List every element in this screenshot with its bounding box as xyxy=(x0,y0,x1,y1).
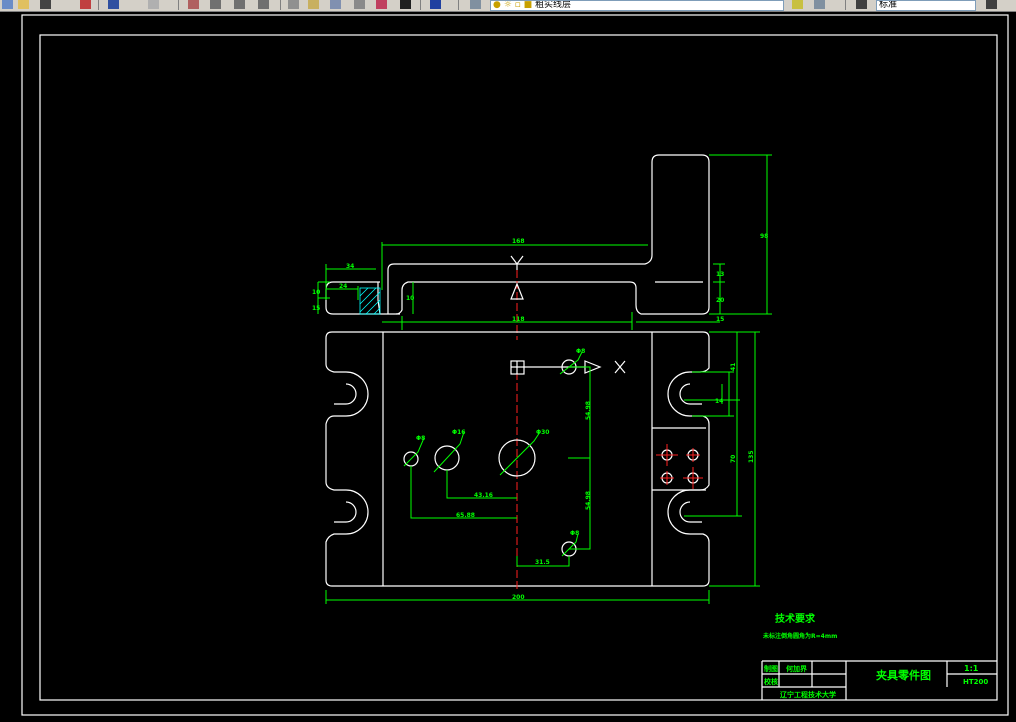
brush-icon[interactable] xyxy=(40,0,51,9)
open-icon[interactable] xyxy=(18,0,29,9)
markup-icon[interactable] xyxy=(376,0,387,9)
dim-left-h2: 15 xyxy=(312,305,320,312)
redo-icon[interactable] xyxy=(148,0,159,9)
dim-left-a: 34 xyxy=(346,263,354,270)
drawing-title: 夹具零件图 xyxy=(876,668,931,682)
dim-inner-h: 10 xyxy=(406,295,414,302)
dim-left-h1: 10 xyxy=(312,289,320,296)
check-label: 校核 xyxy=(764,677,778,686)
dim-dia-2: Φ16 xyxy=(452,429,465,436)
dim-top-length: 168 xyxy=(512,238,525,245)
dim-dia-1: Φ8 xyxy=(416,435,425,442)
style-dropdown[interactable]: 标准 xyxy=(876,0,976,11)
section-view xyxy=(325,154,710,340)
front-dimensions: 200 135 70 41 14 43.16 65.88 31.5 54.98 … xyxy=(325,331,760,604)
toolbar: ● ☼ ▫ ■ 粗实线层 标准 xyxy=(0,0,1016,12)
school-name: 辽宁工程技术大学 xyxy=(780,690,836,699)
title-block: 制图 何加界 校核 夹具零件图 1:1 HT200 辽宁工程技术大学 xyxy=(761,660,997,700)
undo-icon[interactable] xyxy=(108,0,119,9)
dim-v-gap: 41 xyxy=(730,363,737,371)
ucs-icon: X xyxy=(510,360,626,375)
new-icon[interactable] xyxy=(2,0,13,9)
dim-right-h2: 20 xyxy=(716,297,724,304)
section-dimensions: 168 118 34 24 10 15 10 13 20 15 98 xyxy=(312,154,772,330)
material: HT200 xyxy=(963,678,988,686)
zoom-previous-icon[interactable] xyxy=(258,0,269,9)
calculator-icon[interactable] xyxy=(400,0,411,9)
dim-right-h1: 13 xyxy=(716,271,724,278)
dim-mid-height: 70 xyxy=(730,455,737,463)
plot-icon[interactable] xyxy=(986,0,997,9)
dim-dia-4: Φ8 xyxy=(576,348,585,355)
design-center-icon[interactable] xyxy=(308,0,319,9)
dim-dia-3: Φ30 xyxy=(536,429,549,436)
layer-manager-icon[interactable] xyxy=(470,0,481,9)
dim-horiz-1: 43.16 xyxy=(474,492,493,499)
tech-requirements-text: 未标注倒角圆角为R=4mm xyxy=(763,632,837,640)
sheet-set-icon[interactable] xyxy=(354,0,365,9)
dim-left-b: 24 xyxy=(339,283,347,290)
zoom-icon[interactable] xyxy=(210,0,221,9)
make-current-layer-icon[interactable] xyxy=(792,0,803,9)
threaded-holes xyxy=(656,444,703,489)
layer-dropdown[interactable]: ● ☼ ▫ ■ 粗实线层 xyxy=(490,0,784,11)
help-icon[interactable] xyxy=(430,0,441,9)
outer-frame xyxy=(21,14,1009,716)
zoom-window-icon[interactable] xyxy=(234,0,245,9)
style-icon[interactable] xyxy=(856,0,867,9)
drawing-canvas[interactable]: Y 168 118 34 24 10 15 10 13 20 15 98 xyxy=(0,12,1016,722)
drawn-name: 何加界 xyxy=(786,664,808,673)
dim-dia-5: Φ8 xyxy=(570,530,579,537)
pan-icon[interactable] xyxy=(188,0,199,9)
properties-icon[interactable] xyxy=(288,0,299,9)
dim-horiz-3: 31.5 xyxy=(535,559,550,566)
dim-horiz-2: 65.88 xyxy=(456,512,475,519)
tech-requirements-title: 技术要求 xyxy=(775,612,816,625)
tool-palette-icon[interactable] xyxy=(330,0,341,9)
paste-icon[interactable] xyxy=(80,0,91,9)
dim-total-width: 200 xyxy=(512,594,525,601)
dim-right-w: 15 xyxy=(716,316,724,323)
dim-vert-1: 54.98 xyxy=(585,401,592,420)
layer-previous-icon[interactable] xyxy=(814,0,825,9)
dim-bottom-length: 118 xyxy=(512,316,525,323)
dim-slot-width: 14 xyxy=(715,398,723,405)
drawn-label: 制图 xyxy=(764,664,778,673)
dim-vert-2: 54.98 xyxy=(585,491,592,510)
dim-total-height: 135 xyxy=(748,450,755,463)
layer-dropdown-value: 粗实线层 xyxy=(534,0,571,10)
style-dropdown-value: 标准 xyxy=(879,0,898,10)
dim-tall-h: 98 xyxy=(760,233,768,240)
scale: 1:1 xyxy=(964,664,979,673)
